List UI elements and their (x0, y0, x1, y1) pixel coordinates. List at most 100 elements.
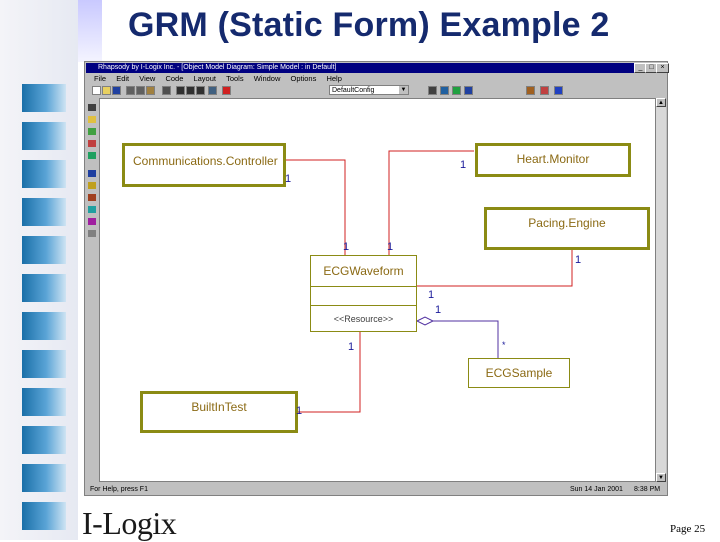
decor-block (22, 350, 66, 378)
copy-icon[interactable] (136, 86, 145, 95)
status-time: 8:38 PM (634, 486, 661, 493)
class-pacing-engine[interactable]: Pacing.Engine (484, 207, 650, 250)
drawing-palette (86, 98, 98, 478)
new-icon[interactable] (92, 86, 101, 95)
grid-icon[interactable] (208, 86, 217, 95)
decor-block (22, 312, 66, 340)
directed-association-icon[interactable] (88, 170, 96, 177)
configuration-select[interactable]: DefaultConfig ▼ (329, 85, 409, 95)
run-icon[interactable] (526, 86, 535, 95)
class-built-in-test[interactable]: BuiltInTest (140, 391, 298, 433)
menu-edit[interactable]: Edit (116, 73, 129, 84)
menu-window[interactable]: Window (254, 73, 281, 84)
association-icon[interactable] (88, 152, 96, 159)
slide-title-accent (78, 0, 102, 62)
multiplicity-label: 1 (460, 159, 467, 171)
menu-layout[interactable]: Layout (193, 73, 216, 84)
multiplicity-label: 1 (348, 341, 355, 353)
help-icon[interactable] (554, 86, 563, 95)
menu-code[interactable]: Code (165, 73, 183, 84)
class-ecg-sample[interactable]: ECGSample (468, 358, 570, 388)
page-number: Page 25 (670, 523, 706, 535)
multiplicity-label: 1 (296, 405, 303, 417)
aggregation-diamond (415, 316, 435, 326)
slide-decor-strip (0, 0, 78, 540)
window-title: Rhapsody by I-Logix Inc. - [Object Model… (98, 64, 337, 71)
multiplicity-label: 1 (435, 304, 442, 316)
aggregation-icon[interactable] (88, 182, 96, 189)
decor-block (22, 160, 66, 188)
composition-icon[interactable] (88, 194, 96, 201)
multiplicity-label: 1 (343, 241, 350, 253)
class-name: Heart.Monitor (516, 152, 590, 166)
multiplicity-label: 1 (285, 173, 292, 185)
inheritance-icon[interactable] (88, 206, 96, 213)
menu-help[interactable]: Help (326, 73, 341, 84)
decor-block (22, 274, 66, 302)
class-communications-controller[interactable]: Communications.Controller (122, 143, 286, 187)
cut-icon[interactable] (126, 86, 135, 95)
ilogix-logo: I-Logix (82, 505, 177, 541)
class-name: BuiltInTest (191, 400, 247, 414)
chevron-down-icon[interactable]: ▼ (399, 86, 408, 94)
menu-options[interactable]: Options (290, 73, 316, 84)
status-bar: For Help, press F1 Sun 14 Jan 2001 8:38 … (86, 484, 666, 495)
zoom-out-icon[interactable] (186, 86, 195, 95)
paste-icon[interactable] (146, 86, 155, 95)
animation-icon[interactable] (540, 86, 549, 95)
decor-block (22, 502, 66, 530)
package-icon[interactable] (88, 128, 96, 135)
class-stereotype: <<Resource>> (333, 314, 394, 324)
composite-icon[interactable] (88, 140, 96, 147)
generate-code-icon[interactable] (452, 86, 461, 95)
class-name: Communications.Controller (133, 154, 278, 168)
configuration-value: DefaultConfig (332, 87, 375, 94)
rhapsody-window: Rhapsody by I-Logix Inc. - [Object Model… (84, 61, 669, 496)
menu-tools[interactable]: Tools (226, 73, 244, 84)
class-ecg-waveform[interactable]: ECGWaveform <<Resource>> (310, 255, 417, 332)
class-heart-monitor[interactable]: Heart.Monitor (475, 143, 631, 177)
zoom-in-icon[interactable] (176, 86, 185, 95)
diagram-canvas[interactable]: Communications.Controller Heart.Monitor … (99, 98, 656, 482)
note-icon[interactable] (88, 230, 96, 237)
decor-block (22, 84, 66, 112)
menu-view[interactable]: View (139, 73, 155, 84)
multiplicity-label: 1 (428, 289, 435, 301)
undo-icon[interactable] (428, 86, 437, 95)
scroll-down-arrow-icon[interactable]: ▼ (656, 473, 666, 482)
class-icon[interactable] (88, 116, 96, 123)
search-icon[interactable] (196, 86, 205, 95)
select-icon[interactable] (88, 104, 96, 111)
decor-block (22, 236, 66, 264)
window-title-bar[interactable]: Rhapsody by I-Logix Inc. - [Object Model… (86, 63, 666, 73)
decor-block (22, 464, 66, 492)
multiplicity-label: 1 (575, 254, 582, 266)
delete-icon[interactable] (222, 86, 231, 95)
assoc-comm-ecg[interactable] (285, 159, 346, 255)
close-button[interactable]: × (656, 63, 669, 73)
status-help-text: For Help, press F1 (90, 486, 148, 493)
decor-block (22, 122, 66, 150)
save-icon[interactable] (112, 86, 121, 95)
class-name: ECGSample (485, 366, 553, 380)
decor-block (22, 388, 66, 416)
class-name: ECGWaveform (323, 264, 404, 278)
menu-file[interactable]: File (94, 73, 106, 84)
aggregation-ecg-sample[interactable] (440, 320, 499, 358)
print-icon[interactable] (162, 86, 171, 95)
multiplicity-label: * (502, 340, 506, 350)
assoc-pacing-ecg[interactable] (415, 249, 573, 287)
make-icon[interactable] (464, 86, 473, 95)
status-date: Sun 14 Jan 2001 (570, 486, 623, 493)
class-name: Pacing.Engine (528, 216, 606, 230)
scroll-up-arrow-icon[interactable]: ▲ (656, 98, 666, 107)
browser-icon[interactable] (440, 86, 449, 95)
multiplicity-label: 1 (387, 241, 394, 253)
open-icon[interactable] (102, 86, 111, 95)
decor-block (22, 198, 66, 226)
slide-title: GRM (Static Form) Example 2 (128, 6, 610, 44)
vertical-scrollbar[interactable]: ▲ ▼ (656, 98, 666, 482)
menu-bar: File Edit View Code Layout Tools Window … (86, 73, 666, 84)
dependency-icon[interactable] (88, 218, 96, 225)
decor-block (22, 426, 66, 454)
